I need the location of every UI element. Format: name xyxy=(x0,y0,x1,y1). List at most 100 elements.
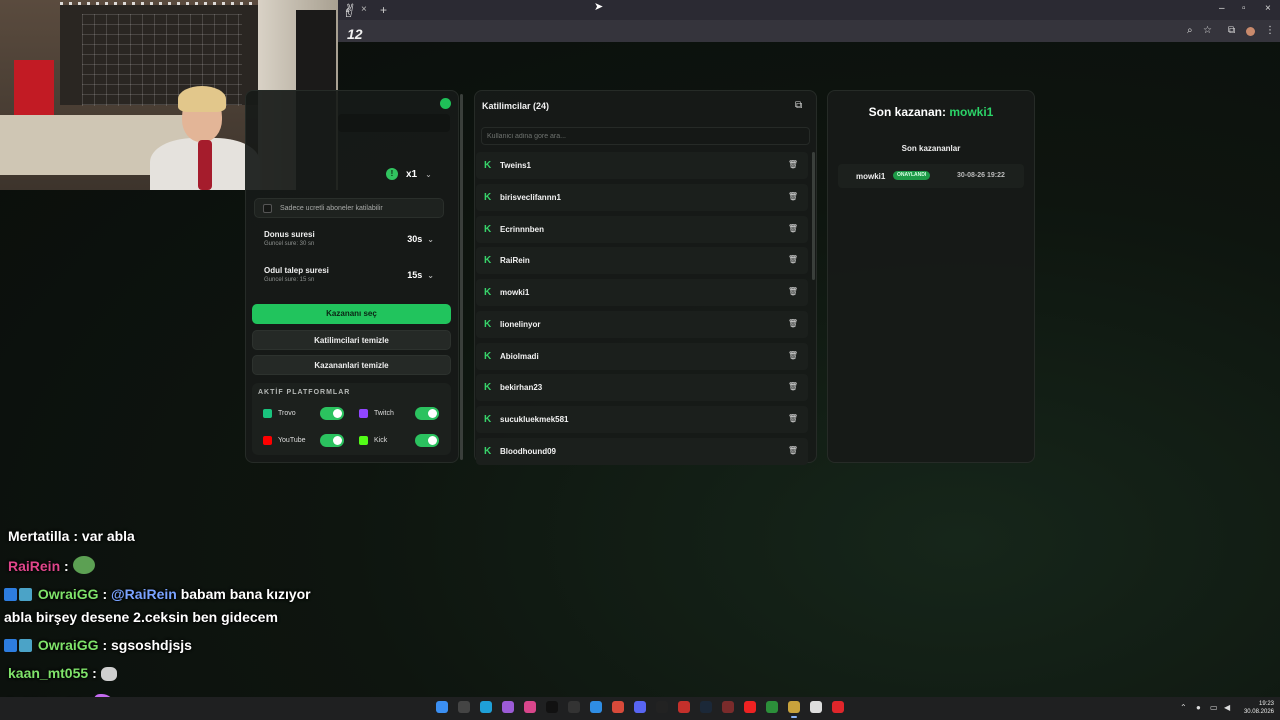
maximize-button[interactable]: ▫ xyxy=(1242,3,1246,14)
menu-kebab-icon[interactable]: ⋮ xyxy=(1265,25,1275,36)
settings-input[interactable] xyxy=(338,114,450,132)
trash-icon[interactable]: 🗑 xyxy=(788,319,798,328)
trash-icon[interactable]: 🗑 xyxy=(788,446,798,455)
participant-name: Tweins1 xyxy=(500,161,531,170)
participant-row[interactable]: K RaiRein 🗑 xyxy=(476,247,808,275)
windows-start-icon[interactable] xyxy=(436,701,448,713)
capcut-icon[interactable] xyxy=(568,701,580,713)
youtube-app-icon[interactable] xyxy=(744,701,756,713)
kick-icon: K xyxy=(484,287,492,298)
volume-icon[interactable]: ◀ xyxy=(1224,703,1230,712)
youtube-toggle[interactable] xyxy=(320,434,344,447)
trash-icon[interactable]: 🗑 xyxy=(788,382,798,391)
hands-emote-icon xyxy=(100,667,117,681)
participants-scrollbar[interactable] xyxy=(812,152,815,280)
site-logo[interactable]: ✌ 12 xyxy=(340,1,372,42)
chat-text: babam bana kızıyor xyxy=(180,586,311,602)
game-icon[interactable] xyxy=(722,701,734,713)
chat-message: RaiRein : xyxy=(8,556,95,574)
network-icon[interactable]: ▭ xyxy=(1210,703,1218,712)
participant-row[interactable]: K Abiolmadi 🗑 xyxy=(476,342,808,370)
chevron-down-icon: ⌄ xyxy=(425,169,432,179)
participant-row[interactable]: Kbekirhan23 🗑 xyxy=(476,374,808,402)
system-clock[interactable]: 19:23 30.08.2026 xyxy=(1238,700,1274,716)
tray-chevron-icon[interactable]: ⌃ xyxy=(1180,703,1187,712)
participant-search-input[interactable] xyxy=(481,127,810,145)
chrome-icon[interactable] xyxy=(612,701,624,713)
steam-icon[interactable] xyxy=(700,701,712,713)
spin-duration-setting: Donus suresi Guncel sure: 30 sn 30s ⌄ xyxy=(254,226,444,256)
copy-icon[interactable]: ⧉ xyxy=(795,100,807,112)
platform-kick: Kick xyxy=(359,436,387,445)
participant-name: birisveclifannn1 xyxy=(500,192,561,202)
twitch-icon xyxy=(359,409,368,418)
obs-icon[interactable] xyxy=(832,701,844,713)
claim-duration-select[interactable]: 15s ⌄ xyxy=(407,270,434,280)
participant-row[interactable]: K Tweins1 🗑 xyxy=(476,152,808,179)
trash-icon[interactable]: 🗑 xyxy=(788,414,798,423)
winner-name: mowki1 xyxy=(856,172,886,181)
participant-row[interactable]: Kbirisveclifannn1 🗑 xyxy=(476,183,808,211)
clock-date: 30.08.2026 xyxy=(1243,709,1274,715)
chevron-down-icon: ⌄ xyxy=(427,235,434,244)
edge-icon[interactable] xyxy=(480,701,492,713)
chat-badge-icon xyxy=(19,639,32,652)
check-app-icon[interactable] xyxy=(590,701,602,713)
trash-icon[interactable]: 🗑 xyxy=(788,192,798,201)
tab-close-icon[interactable]: × xyxy=(361,4,367,15)
participant-row[interactable]: Klionelinyor 🗑 xyxy=(476,310,808,338)
browser-app-icon[interactable] xyxy=(788,701,800,713)
discord-icon[interactable] xyxy=(634,701,646,713)
subscribers-only-option[interactable]: Sadece ucretli aboneler katilabilir xyxy=(254,198,444,218)
profile-avatar[interactable] xyxy=(1246,27,1255,36)
clear-winners-button[interactable]: Kazananlari temizle xyxy=(252,355,451,375)
search-icon[interactable] xyxy=(458,701,470,713)
pick-winner-button[interactable]: Kazananı seç xyxy=(252,304,451,324)
clear-participants-button[interactable]: Katilimcilari temizle xyxy=(252,330,451,350)
calendar-icon[interactable] xyxy=(678,701,690,713)
trash-icon[interactable]: 🗑 xyxy=(788,160,798,169)
instagram-icon[interactable] xyxy=(524,701,536,713)
extensions-icon[interactable]: ⧉ xyxy=(1228,25,1235,36)
info-icon[interactable]: ! xyxy=(386,168,398,180)
trovo-icon xyxy=(263,409,272,418)
bookmark-star-icon[interactable]: ☆ xyxy=(1203,25,1212,36)
chat-badge-icon xyxy=(4,639,17,652)
platform-name: Twitch xyxy=(374,410,394,417)
notepad-icon[interactable] xyxy=(810,701,822,713)
tiktok-icon[interactable] xyxy=(546,701,558,713)
twitch-toggle[interactable] xyxy=(415,407,439,420)
participant-name: Ecrinnnben xyxy=(500,224,545,234)
settings-scrollbar[interactable] xyxy=(460,94,463,460)
winner-date: 30-08-26 19:22 xyxy=(957,172,1005,179)
participant-row[interactable]: Kmowki1 🗑 xyxy=(476,279,808,306)
subscribers-only-checkbox[interactable] xyxy=(263,203,272,213)
chevron-down-icon: ⌄ xyxy=(427,271,434,280)
trovo-toggle[interactable] xyxy=(320,407,344,420)
trash-icon[interactable]: 🗑 xyxy=(788,287,798,296)
github-icon[interactable] xyxy=(656,701,668,713)
trash-icon[interactable]: 🗑 xyxy=(788,255,798,264)
spin-duration-select[interactable]: 30s ⌄ xyxy=(407,234,434,244)
new-tab-button[interactable]: + xyxy=(380,3,387,17)
copilot-icon[interactable] xyxy=(502,701,514,713)
kick-icon: K xyxy=(484,445,492,457)
excel-icon[interactable] xyxy=(766,701,778,713)
multiplier-select[interactable]: ! x1 ⌄ xyxy=(386,168,432,180)
participant-name: mowki1 xyxy=(500,288,530,297)
minimize-button[interactable]: – xyxy=(1219,3,1225,14)
last-winner-prefix: Son kazanan: xyxy=(868,105,946,119)
webcam-person-hair xyxy=(178,86,226,112)
participant-row[interactable]: K Ecrinnnben 🗑 xyxy=(476,215,808,243)
zoom-icon[interactable]: ⌕ xyxy=(1187,25,1193,36)
kick-toggle[interactable] xyxy=(415,434,439,447)
setting-title: Donus suresi xyxy=(264,230,315,239)
participant-row[interactable]: Ksucukluekmek581 🗑 xyxy=(476,406,808,433)
mic-icon[interactable]: ● xyxy=(1196,703,1201,712)
participant-name: lionelinyor xyxy=(500,319,541,329)
trash-icon[interactable]: 🗑 xyxy=(788,351,798,360)
trash-icon[interactable]: 🗑 xyxy=(788,224,798,233)
participant-row[interactable]: K Bloodhound09 🗑 xyxy=(476,437,808,465)
kick-icon: K xyxy=(484,191,492,203)
close-window-button[interactable]: × xyxy=(1265,3,1271,14)
